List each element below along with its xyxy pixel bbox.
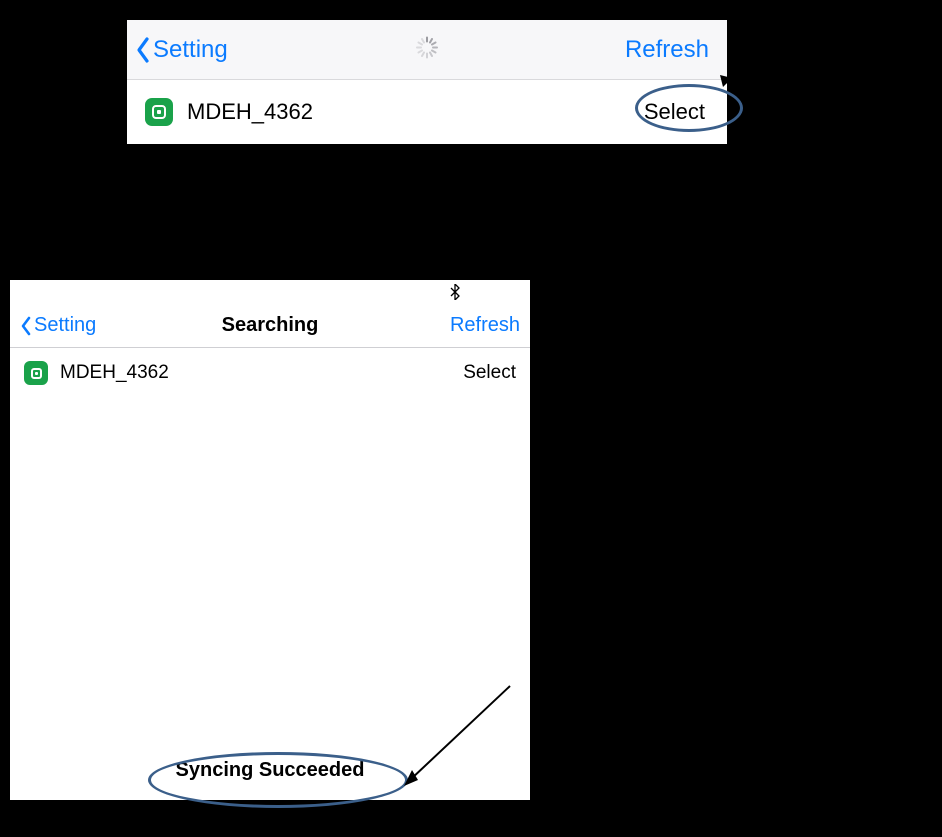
status-bar xyxy=(10,280,530,304)
device-name: MDEH_4362 xyxy=(60,362,169,384)
device-list-panel-top: Setting Re xyxy=(127,20,727,144)
device-name: MDEH_4362 xyxy=(187,99,313,125)
refresh-button[interactable]: Refresh xyxy=(450,314,520,337)
device-icon xyxy=(24,361,48,385)
back-button[interactable]: Setting xyxy=(127,36,228,64)
navbar: Setting Re xyxy=(127,20,727,80)
select-label: Select xyxy=(463,362,516,383)
chevron-left-icon xyxy=(135,36,151,64)
device-row[interactable]: MDEH_4362 Select xyxy=(10,348,530,398)
page-title: Searching xyxy=(222,314,319,337)
back-label: Setting xyxy=(153,36,228,64)
back-button[interactable]: Setting xyxy=(20,314,96,337)
device-row[interactable]: MDEH_4362 Select xyxy=(127,80,727,144)
bluetooth-icon xyxy=(450,284,460,303)
refresh-label: Refresh xyxy=(450,314,520,336)
select-button[interactable]: Select xyxy=(463,362,516,384)
device-icon xyxy=(145,98,173,126)
select-label: Select xyxy=(644,99,705,124)
refresh-label: Refresh xyxy=(625,36,709,63)
navbar: Setting Searching Refresh xyxy=(10,304,530,348)
refresh-button[interactable]: Refresh xyxy=(625,36,727,64)
device-list-panel-full: Setting Searching Refresh MDEH_4362 Sele… xyxy=(10,280,530,800)
loading-spinner-icon xyxy=(415,35,439,64)
select-button[interactable]: Select xyxy=(644,99,709,125)
sync-status-message: Syncing Succeeded xyxy=(176,759,365,782)
back-label: Setting xyxy=(34,314,96,337)
chevron-left-icon xyxy=(20,316,32,336)
